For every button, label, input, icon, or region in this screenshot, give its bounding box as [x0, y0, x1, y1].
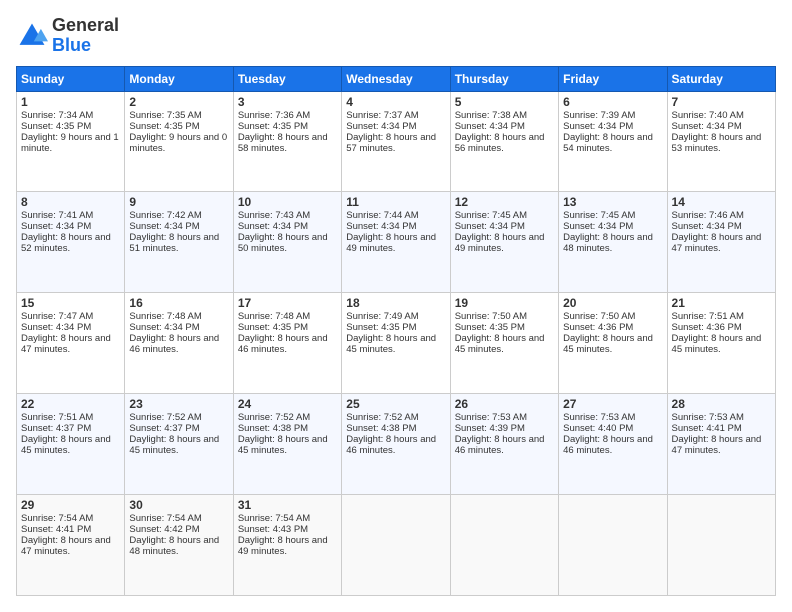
- calendar-cell: 25Sunrise: 7:52 AMSunset: 4:38 PMDayligh…: [342, 394, 450, 495]
- header: General Blue: [16, 16, 776, 56]
- day-number: 25: [346, 397, 445, 411]
- calendar-cell: 12Sunrise: 7:45 AMSunset: 4:34 PMDayligh…: [450, 192, 558, 293]
- calendar-cell: 23Sunrise: 7:52 AMSunset: 4:37 PMDayligh…: [125, 394, 233, 495]
- calendar-cell: 13Sunrise: 7:45 AMSunset: 4:34 PMDayligh…: [559, 192, 667, 293]
- day-number: 2: [129, 95, 228, 109]
- calendar-header-row: SundayMondayTuesdayWednesdayThursdayFrid…: [17, 66, 776, 91]
- calendar-header-tuesday: Tuesday: [233, 66, 341, 91]
- day-number: 30: [129, 498, 228, 512]
- calendar-cell: 10Sunrise: 7:43 AMSunset: 4:34 PMDayligh…: [233, 192, 341, 293]
- day-number: 22: [21, 397, 120, 411]
- day-number: 21: [672, 296, 771, 310]
- day-number: 28: [672, 397, 771, 411]
- calendar-cell: 28Sunrise: 7:53 AMSunset: 4:41 PMDayligh…: [667, 394, 775, 495]
- day-number: 17: [238, 296, 337, 310]
- day-number: 31: [238, 498, 337, 512]
- day-number: 20: [563, 296, 662, 310]
- logo-icon: [16, 20, 48, 52]
- calendar-cell: 8Sunrise: 7:41 AMSunset: 4:34 PMDaylight…: [17, 192, 125, 293]
- calendar-cell: 15Sunrise: 7:47 AMSunset: 4:34 PMDayligh…: [17, 293, 125, 394]
- calendar-cell: 24Sunrise: 7:52 AMSunset: 4:38 PMDayligh…: [233, 394, 341, 495]
- calendar-cell: 17Sunrise: 7:48 AMSunset: 4:35 PMDayligh…: [233, 293, 341, 394]
- calendar-cell: 16Sunrise: 7:48 AMSunset: 4:34 PMDayligh…: [125, 293, 233, 394]
- day-number: 18: [346, 296, 445, 310]
- day-number: 14: [672, 195, 771, 209]
- calendar-header-friday: Friday: [559, 66, 667, 91]
- calendar-cell: 22Sunrise: 7:51 AMSunset: 4:37 PMDayligh…: [17, 394, 125, 495]
- day-number: 4: [346, 95, 445, 109]
- calendar-cell: [559, 495, 667, 596]
- calendar-cell: 4Sunrise: 7:37 AMSunset: 4:34 PMDaylight…: [342, 91, 450, 192]
- day-number: 7: [672, 95, 771, 109]
- day-number: 11: [346, 195, 445, 209]
- calendar-cell: 31Sunrise: 7:54 AMSunset: 4:43 PMDayligh…: [233, 495, 341, 596]
- day-number: 5: [455, 95, 554, 109]
- calendar-cell: 7Sunrise: 7:40 AMSunset: 4:34 PMDaylight…: [667, 91, 775, 192]
- day-number: 24: [238, 397, 337, 411]
- day-number: 23: [129, 397, 228, 411]
- page: General Blue SundayMondayTuesdayWednesda…: [0, 0, 792, 612]
- calendar-cell: 21Sunrise: 7:51 AMSunset: 4:36 PMDayligh…: [667, 293, 775, 394]
- calendar-cell: 2Sunrise: 7:35 AMSunset: 4:35 PMDaylight…: [125, 91, 233, 192]
- day-number: 9: [129, 195, 228, 209]
- calendar-cell: [667, 495, 775, 596]
- calendar-week-row: 22Sunrise: 7:51 AMSunset: 4:37 PMDayligh…: [17, 394, 776, 495]
- calendar-cell: 19Sunrise: 7:50 AMSunset: 4:35 PMDayligh…: [450, 293, 558, 394]
- calendar-table: SundayMondayTuesdayWednesdayThursdayFrid…: [16, 66, 776, 596]
- calendar-cell: 9Sunrise: 7:42 AMSunset: 4:34 PMDaylight…: [125, 192, 233, 293]
- calendar-cell: 18Sunrise: 7:49 AMSunset: 4:35 PMDayligh…: [342, 293, 450, 394]
- calendar-cell: 11Sunrise: 7:44 AMSunset: 4:34 PMDayligh…: [342, 192, 450, 293]
- day-number: 26: [455, 397, 554, 411]
- day-number: 13: [563, 195, 662, 209]
- day-number: 19: [455, 296, 554, 310]
- day-number: 27: [563, 397, 662, 411]
- calendar-week-row: 8Sunrise: 7:41 AMSunset: 4:34 PMDaylight…: [17, 192, 776, 293]
- calendar-cell: 1Sunrise: 7:34 AMSunset: 4:35 PMDaylight…: [17, 91, 125, 192]
- logo-text: General Blue: [52, 16, 119, 56]
- day-number: 6: [563, 95, 662, 109]
- day-number: 10: [238, 195, 337, 209]
- calendar-header-sunday: Sunday: [17, 66, 125, 91]
- day-number: 1: [21, 95, 120, 109]
- calendar-cell: 6Sunrise: 7:39 AMSunset: 4:34 PMDaylight…: [559, 91, 667, 192]
- calendar-header-saturday: Saturday: [667, 66, 775, 91]
- calendar-week-row: 1Sunrise: 7:34 AMSunset: 4:35 PMDaylight…: [17, 91, 776, 192]
- calendar-cell: 3Sunrise: 7:36 AMSunset: 4:35 PMDaylight…: [233, 91, 341, 192]
- calendar-cell: 29Sunrise: 7:54 AMSunset: 4:41 PMDayligh…: [17, 495, 125, 596]
- calendar-cell: 30Sunrise: 7:54 AMSunset: 4:42 PMDayligh…: [125, 495, 233, 596]
- calendar-cell: 5Sunrise: 7:38 AMSunset: 4:34 PMDaylight…: [450, 91, 558, 192]
- calendar-cell: 26Sunrise: 7:53 AMSunset: 4:39 PMDayligh…: [450, 394, 558, 495]
- day-number: 3: [238, 95, 337, 109]
- day-number: 8: [21, 195, 120, 209]
- calendar-week-row: 29Sunrise: 7:54 AMSunset: 4:41 PMDayligh…: [17, 495, 776, 596]
- calendar-header-thursday: Thursday: [450, 66, 558, 91]
- day-number: 12: [455, 195, 554, 209]
- calendar-cell: 20Sunrise: 7:50 AMSunset: 4:36 PMDayligh…: [559, 293, 667, 394]
- calendar-header-wednesday: Wednesday: [342, 66, 450, 91]
- day-number: 15: [21, 296, 120, 310]
- day-number: 29: [21, 498, 120, 512]
- calendar-cell: 14Sunrise: 7:46 AMSunset: 4:34 PMDayligh…: [667, 192, 775, 293]
- calendar-cell: [342, 495, 450, 596]
- day-number: 16: [129, 296, 228, 310]
- logo: General Blue: [16, 16, 119, 56]
- calendar-week-row: 15Sunrise: 7:47 AMSunset: 4:34 PMDayligh…: [17, 293, 776, 394]
- calendar-cell: 27Sunrise: 7:53 AMSunset: 4:40 PMDayligh…: [559, 394, 667, 495]
- calendar-cell: [450, 495, 558, 596]
- calendar-header-monday: Monday: [125, 66, 233, 91]
